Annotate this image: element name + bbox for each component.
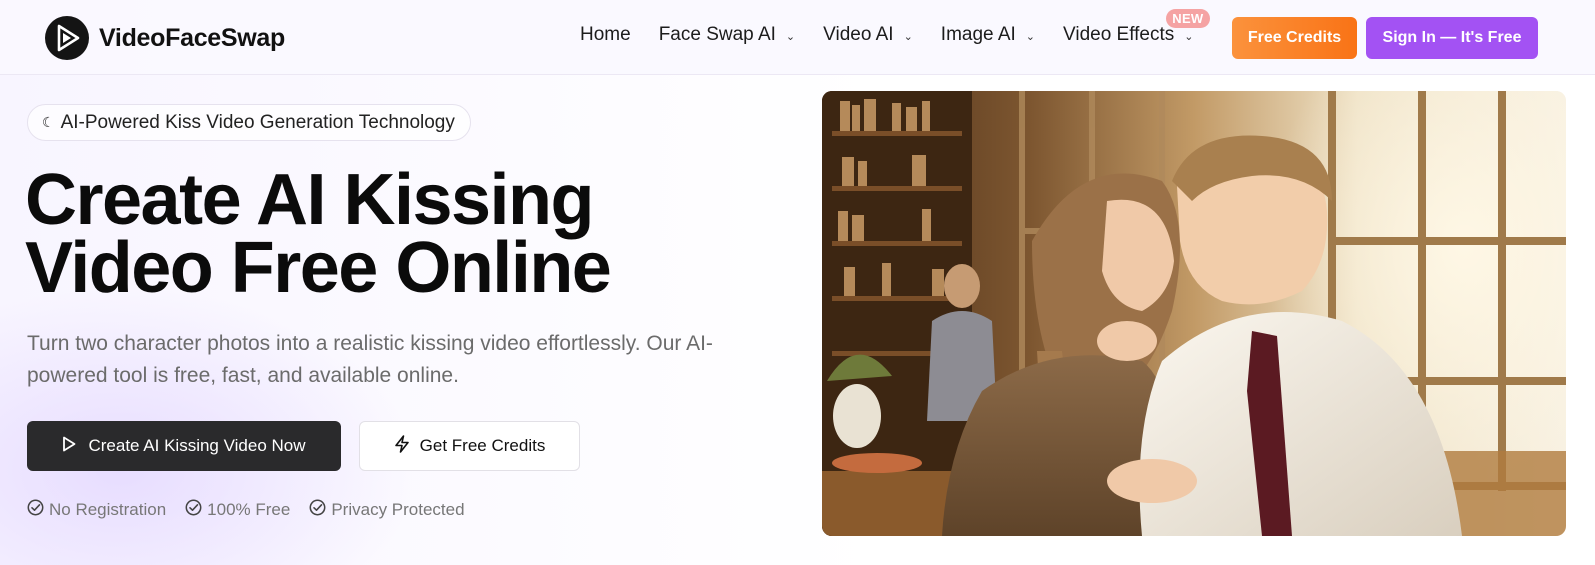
brand-name: VideoFaceSwap bbox=[99, 23, 285, 52]
feature-label: No Registration bbox=[49, 500, 167, 519]
nav-home[interactable]: Home bbox=[580, 24, 631, 46]
moon-icon: ☾ bbox=[42, 114, 55, 130]
nav-video-ai[interactable]: Video AI ⌄ bbox=[823, 24, 913, 46]
hero-image bbox=[822, 91, 1566, 536]
brand-logo[interactable]: VideoFaceSwap bbox=[45, 16, 285, 60]
site-header: VideoFaceSwap Home Face Swap AI ⌄ Video … bbox=[0, 0, 1595, 75]
play-icon bbox=[62, 436, 76, 457]
lightning-icon bbox=[394, 434, 410, 458]
chevron-down-icon: ⌄ bbox=[903, 30, 913, 43]
free-credits-button[interactable]: Free Credits bbox=[1232, 17, 1357, 59]
feature-label: Privacy Protected bbox=[331, 500, 465, 519]
nav-video-effects-label: Video Effects bbox=[1063, 24, 1175, 45]
create-video-button[interactable]: Create AI Kissing Video Now bbox=[27, 421, 341, 471]
get-free-credits-button-label: Get Free Credits bbox=[419, 436, 546, 455]
check-circle-icon bbox=[185, 499, 202, 521]
chevron-down-icon: ⌄ bbox=[1025, 30, 1036, 43]
play-face-logo-icon bbox=[45, 16, 89, 60]
main-nav: Home Face Swap AI ⌄ Video AI ⌄ Image AI … bbox=[580, 9, 1222, 46]
nav-video-effects[interactable]: Video Effects ⌄ NEW bbox=[1063, 9, 1210, 46]
chevron-down-icon: ⌄ bbox=[785, 30, 796, 43]
feature-privacy: Privacy Protected bbox=[309, 499, 465, 521]
feature-no-registration: No Registration bbox=[27, 499, 166, 521]
nav-image-ai[interactable]: Image AI ⌄ bbox=[941, 24, 1035, 46]
hero-subtitle: Turn two character photos into a realist… bbox=[27, 332, 713, 387]
check-circle-icon bbox=[309, 499, 326, 521]
feature-free: 100% Free bbox=[185, 499, 290, 521]
sign-in-button[interactable]: Sign In — It's Free bbox=[1366, 17, 1538, 59]
feature-label: 100% Free bbox=[207, 500, 291, 519]
nav-video-ai-label: Video AI bbox=[823, 24, 894, 45]
nav-home-label: Home bbox=[580, 24, 631, 45]
nav-face-swap-ai[interactable]: Face Swap AI ⌄ bbox=[659, 24, 795, 46]
hero-title: Create AI Kissing Video Free Online bbox=[25, 164, 785, 304]
nav-image-ai-label: Image AI bbox=[940, 24, 1016, 45]
get-free-credits-button[interactable]: Get Free Credits bbox=[359, 421, 580, 471]
new-badge: NEW bbox=[1166, 9, 1210, 28]
create-video-button-label: Create AI Kissing Video Now bbox=[88, 436, 306, 455]
check-circle-icon bbox=[27, 499, 44, 521]
hero-title-line2: Video Free Online bbox=[25, 228, 612, 308]
chevron-down-icon: ⌄ bbox=[1184, 30, 1194, 43]
nav-face-swap-ai-label: Face Swap AI bbox=[658, 24, 776, 45]
feature-list: No Registration 100% Free Privacy Protec… bbox=[27, 499, 484, 521]
feature-pill: ☾ AI-Powered Kiss Video Generation Techn… bbox=[27, 104, 471, 141]
feature-pill-label: AI-Powered Kiss Video Generation Technol… bbox=[60, 111, 455, 133]
